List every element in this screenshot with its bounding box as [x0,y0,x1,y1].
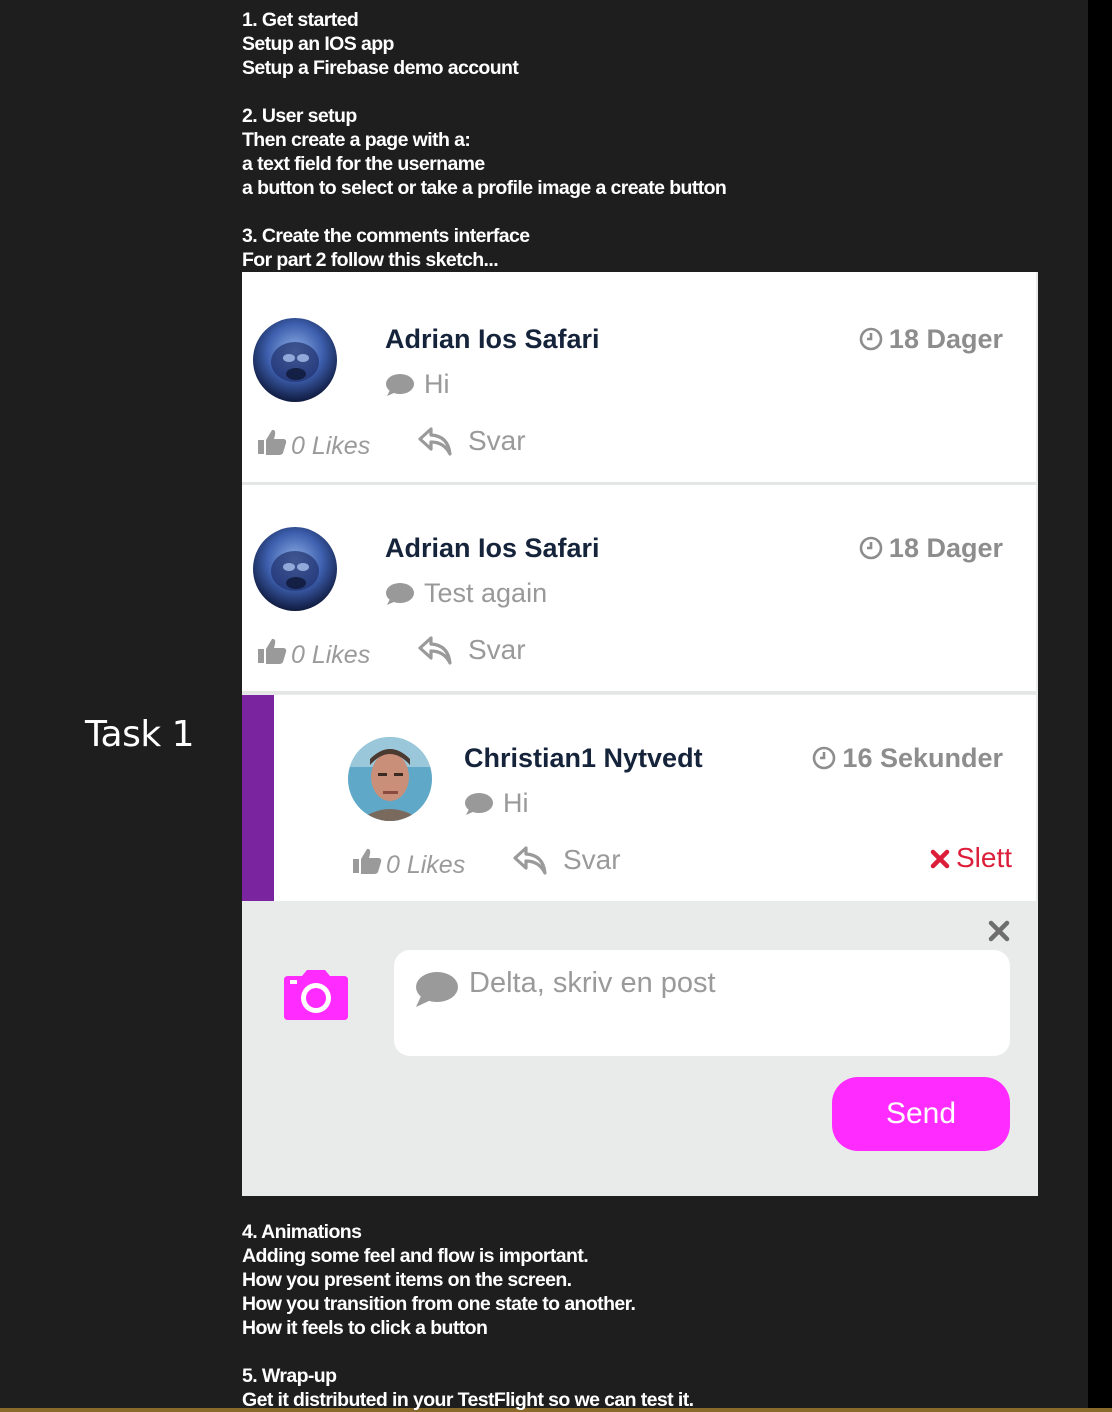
avatar[interactable] [253,318,337,402]
post-input[interactable]: Delta, skriv en post [394,950,1010,1056]
thumbs-up-icon [258,429,287,455]
instructions-top: 1. Get started Setup an IOS app Setup a Fi… [242,8,727,272]
thumbs-up-icon [353,848,382,874]
instruction-line: 5. Wrap-up [242,1365,337,1387]
instruction-line [242,80,726,104]
reply-arrow-icon [418,427,452,456]
post-input-placeholder: Delta, skriv en post [469,967,716,999]
comment-text-value: Hi [424,369,450,399]
comments-sketch: Adrian Ios Safari 18 Dager Hi 0 Likes Sv… [242,272,1038,1196]
reply-button[interactable]: Svar [418,425,526,457]
instructions-bottom: 4. Animations Adding some feel and flow i… [242,1220,694,1412]
comment-time: 16 Sekunder [812,743,1003,774]
like-button[interactable]: 0 Likes [352,847,465,880]
comment-author[interactable]: Adrian Ios Safari [385,324,600,355]
instruction-line: 2. User setup [242,105,357,127]
instruction-line: 4. Animations [242,1221,362,1243]
comment-item: Adrian Ios Safari 18 Dager Test again 0 … [242,485,1036,694]
avatar[interactable] [348,737,432,821]
instruction-line [242,1340,693,1364]
speech-bubble-icon [465,793,493,815]
reply-label: Svar [468,425,526,456]
task-label: Task 1 [85,714,195,755]
right-edge-strip [1088,0,1112,1412]
instruction-line: a button to select or take a profile ima… [242,177,727,199]
reply-label: Svar [468,634,526,665]
comment-time: 18 Dager [859,533,1003,564]
comment-time-text: 18 Dager [888,324,1003,354]
instruction-line: 1. Get started [242,9,359,31]
reply-arrow-icon [418,636,452,665]
send-button[interactable]: Send [832,1077,1010,1151]
instruction-line: 3. Create the comments interface [242,225,530,247]
comment-time: 18 Dager [859,324,1003,355]
comment-time-text: 18 Dager [888,533,1003,563]
likes-count: 0 Likes [291,432,371,460]
like-button[interactable]: 0 Likes [257,428,370,461]
speech-bubble-icon [416,972,458,1007]
comment-text-value: Hi [503,788,529,818]
instruction-line: Then create a page with a: [242,129,471,151]
avatar[interactable] [253,527,337,611]
comment-text: Test again [385,578,547,609]
instruction-line: Setup a Firebase demo account [242,57,519,79]
reply-comment-item: Christian1 Nytvedt 16 Sekunder Hi 0 Like… [242,695,1036,901]
delete-button[interactable]: Slett [930,842,1012,874]
thumbs-up-icon [258,638,287,664]
comment-author[interactable]: Christian1 Nytvedt [464,743,703,774]
instruction-line: a text field for the username [242,153,485,175]
comment-text: Hi [464,788,529,819]
comment-author[interactable]: Adrian Ios Safari [385,533,600,564]
reply-arrow-icon [513,846,547,875]
clock-icon [859,536,883,560]
comment-text: Hi [385,369,450,400]
reply-button[interactable]: Svar [513,844,621,876]
clock-icon [859,327,883,351]
reply-label: Svar [563,844,621,875]
delete-x-icon [930,849,950,869]
instruction-line [242,200,726,224]
instruction-line: How you present items on the screen. [242,1269,572,1291]
delete-label: Slett [955,842,1012,873]
speech-bubble-icon [386,374,414,396]
clock-icon [813,746,836,770]
reply-indent-bar [242,695,274,901]
like-button[interactable]: 0 Likes [257,637,370,670]
camera-icon[interactable] [284,970,348,1020]
likes-count: 0 Likes [386,851,466,879]
instruction-line: How it feels to click a button [242,1317,488,1339]
close-icon[interactable] [988,920,1010,942]
instruction-line: Setup an IOS app [242,33,394,55]
comment-item: Adrian Ios Safari 18 Dager Hi 0 Likes Sv… [242,272,1036,485]
speech-bubble-icon [386,583,414,605]
comment-time-text: 16 Sekunder [842,743,1003,773]
reply-button[interactable]: Svar [418,634,526,666]
instruction-line: How you transition from one state to ano… [242,1293,636,1315]
instruction-line: Adding some feel and flow is important. [242,1245,589,1267]
comment-text-value: Test again [424,578,548,608]
instruction-line: Get it distributed in your TestFlight so… [242,1389,694,1411]
likes-count: 0 Likes [291,641,371,669]
instruction-line: For part 2 follow this sketch... [242,249,499,271]
